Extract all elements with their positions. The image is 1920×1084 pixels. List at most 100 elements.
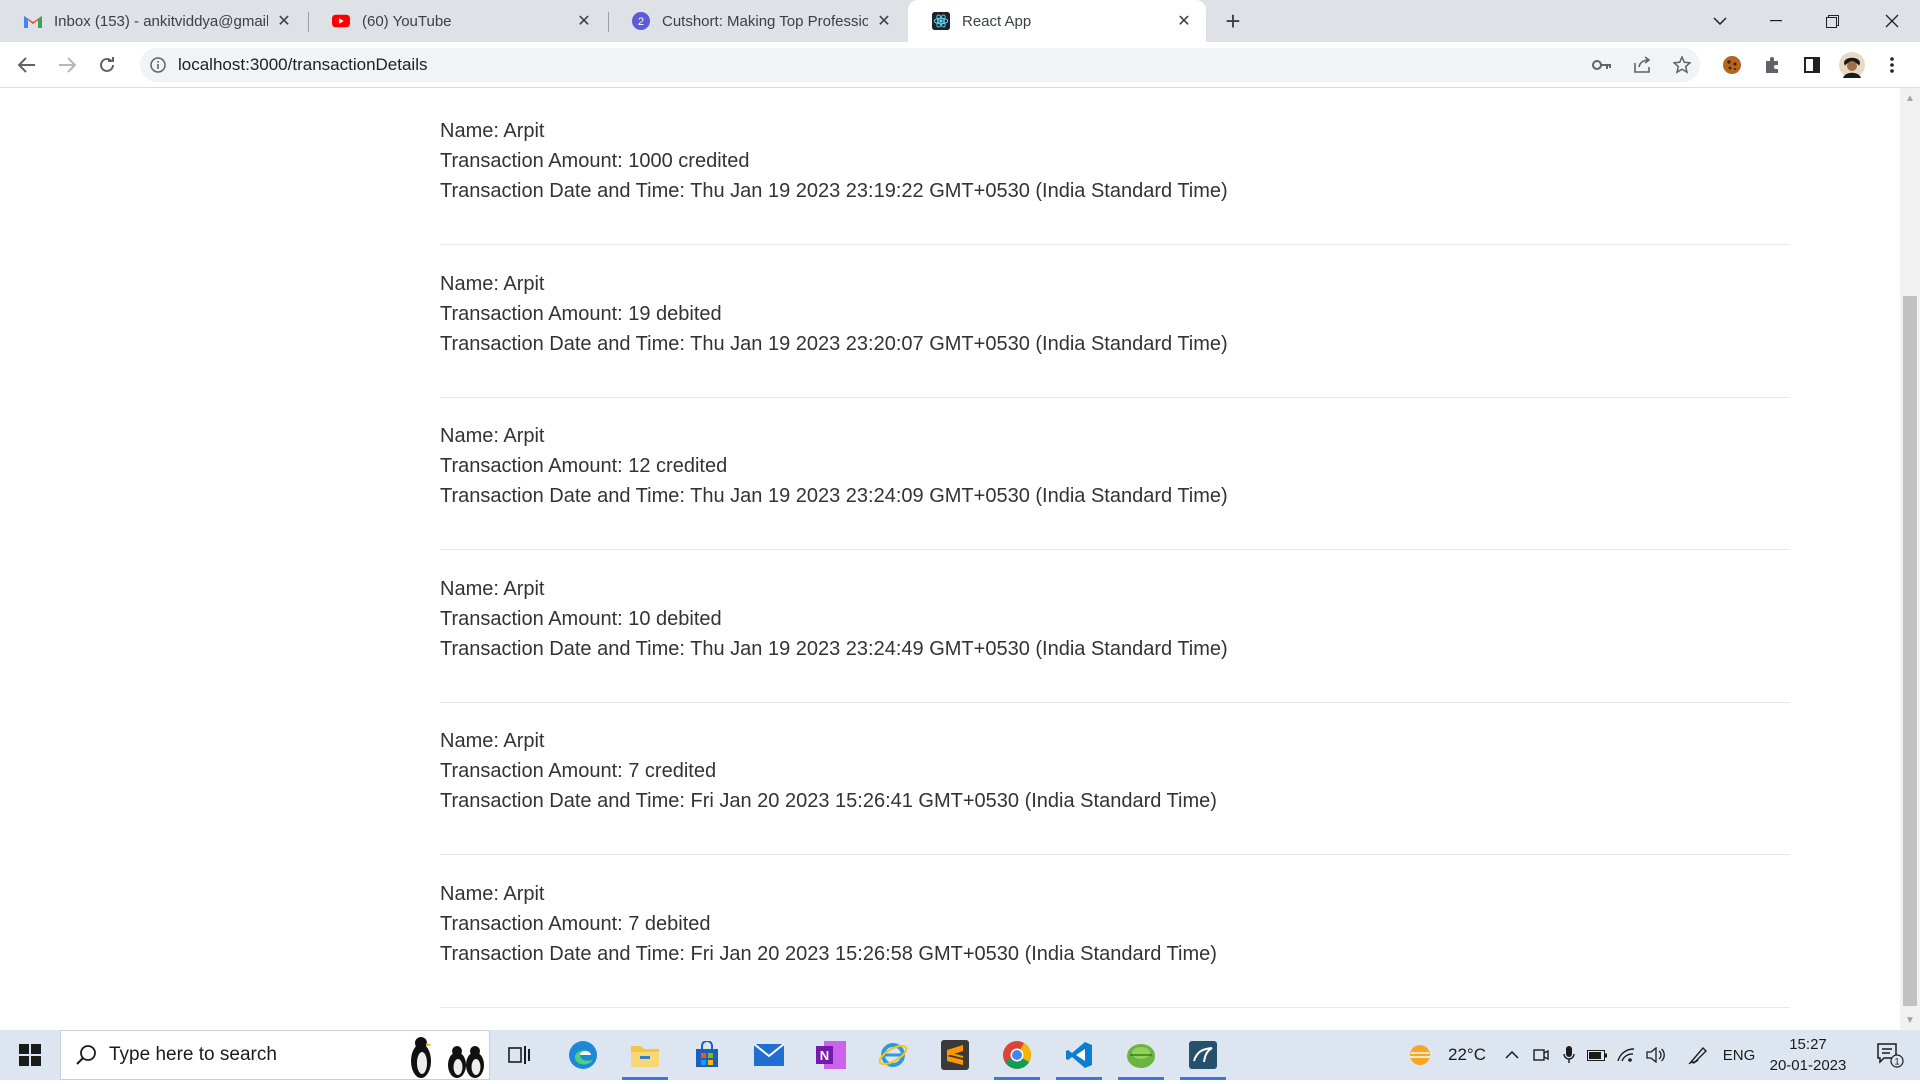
close-window-button[interactable] xyxy=(1864,0,1920,42)
notification-center-icon[interactable]: 1 xyxy=(1866,1030,1914,1080)
file-explorer-icon[interactable] xyxy=(616,1030,674,1080)
taskbar-clock[interactable]: 15:27 20-01-2023 xyxy=(1760,1034,1856,1076)
restore-button[interactable] xyxy=(1804,0,1860,42)
tab-search-chevron-icon[interactable] xyxy=(1692,0,1748,42)
password-key-icon[interactable] xyxy=(1588,51,1616,79)
notification-count: 1 xyxy=(1894,1057,1899,1067)
tab-cutshort[interactable]: 2 Cutshort: Making Top Professionals ✕ xyxy=(608,0,906,42)
close-tab-icon[interactable]: ✕ xyxy=(874,11,894,31)
transaction-name: Name: Arpit xyxy=(440,883,545,905)
windows-logo-icon xyxy=(19,1044,41,1066)
scroll-up-arrow-icon[interactable]: ▲ xyxy=(1900,90,1920,106)
transaction-name: Name: Arpit xyxy=(440,578,545,600)
cutshort-badge: 2 xyxy=(638,16,644,28)
page-scrollbar[interactable]: ▲ ▼ xyxy=(1900,88,1920,1030)
pen-ink-icon[interactable] xyxy=(1684,1030,1712,1080)
transaction-amount: Transaction Amount: 7 debited xyxy=(440,913,711,935)
tray-chevron-up-icon[interactable] xyxy=(1498,1030,1526,1080)
start-button[interactable] xyxy=(0,1030,60,1080)
taskbar-search-box[interactable]: Type here to search xyxy=(60,1030,490,1080)
edge-icon[interactable] xyxy=(554,1030,612,1080)
internet-explorer-icon[interactable] xyxy=(864,1030,922,1080)
volume-icon[interactable] xyxy=(1642,1030,1670,1080)
cookie-extension-icon[interactable] xyxy=(1718,51,1746,79)
youtube-icon xyxy=(332,12,350,30)
tab-youtube[interactable]: (60) YouTube ✕ xyxy=(308,0,606,42)
transaction-amount: Transaction Amount: 19 debited xyxy=(440,303,722,325)
close-tab-icon[interactable]: ✕ xyxy=(1174,11,1194,31)
cutshort-icon: 2 xyxy=(632,12,650,30)
clock-time: 15:27 xyxy=(1789,1036,1827,1053)
browser-toolbar: localhost:3000/transactionDetails xyxy=(0,42,1920,88)
transaction-name: Name: Arpit xyxy=(440,273,545,295)
clock-date: 20-01-2023 xyxy=(1769,1057,1847,1074)
mail-icon[interactable] xyxy=(740,1030,798,1080)
transaction-item: Name: Arpit Transaction Amount: 7 debite… xyxy=(440,879,1790,1008)
close-tab-icon[interactable]: ✕ xyxy=(574,11,594,31)
transaction-item: Name: Arpit Transaction Amount: 1000 cre… xyxy=(440,116,1790,245)
extensions-puzzle-icon[interactable] xyxy=(1758,51,1786,79)
profile-avatar[interactable] xyxy=(1838,51,1866,79)
vscode-icon[interactable] xyxy=(1050,1030,1108,1080)
meet-now-icon[interactable] xyxy=(1528,1030,1554,1080)
transaction-item: Name: Arpit Transaction Amount: 10 debit… xyxy=(440,574,1790,703)
chrome-icon[interactable] xyxy=(988,1030,1046,1080)
wifi-icon[interactable] xyxy=(1612,1030,1640,1080)
side-panel-icon[interactable] xyxy=(1798,51,1826,79)
transaction-name: Name: Arpit xyxy=(440,120,545,142)
tab-title: React App xyxy=(962,12,1032,30)
transaction-amount: Transaction Amount: 7 credited xyxy=(440,760,717,782)
microphone-icon[interactable] xyxy=(1556,1030,1582,1080)
onenote-icon[interactable]: N xyxy=(802,1030,860,1080)
weather-sun-icon[interactable] xyxy=(1400,1030,1440,1080)
transaction-amount: Transaction Amount: 1000 credited xyxy=(440,150,750,172)
task-view-icon[interactable] xyxy=(490,1030,548,1080)
tab-title: Inbox (153) - ankitviddya@gmail.com xyxy=(54,12,268,30)
transaction-datetime: Transaction Date and Time: Fri Jan 20 20… xyxy=(440,790,1217,812)
url-text: localhost:3000/transactionDetails xyxy=(178,55,428,74)
battery-icon[interactable] xyxy=(1584,1030,1610,1080)
transaction-item: Name: Arpit Transaction Amount: 19 debit… xyxy=(440,269,1790,398)
penguins-search-highlight-icon xyxy=(401,1033,491,1084)
sublime-text-icon[interactable] xyxy=(926,1030,984,1080)
transaction-item: Name: Arpit Transaction Amount: 12 credi… xyxy=(440,421,1790,550)
page-content: Name: Arpit Transaction Amount: 1000 cre… xyxy=(0,88,1900,1030)
scroll-down-arrow-icon[interactable]: ▼ xyxy=(1900,1012,1920,1028)
close-tab-icon[interactable]: ✕ xyxy=(274,11,294,31)
reload-button[interactable] xyxy=(92,50,122,80)
new-tab-button[interactable]: + xyxy=(1218,6,1248,36)
language-indicator[interactable]: ENG xyxy=(1718,1030,1760,1080)
minimize-button[interactable] xyxy=(1748,0,1804,42)
forward-button[interactable] xyxy=(52,50,82,80)
back-button[interactable] xyxy=(12,50,42,80)
spring-tools-icon[interactable] xyxy=(1112,1030,1170,1080)
transaction-amount: Transaction Amount: 10 debited xyxy=(440,608,722,630)
browser-tab-strip: Inbox (153) - ankitviddya@gmail.com ✕ (6… xyxy=(0,0,1920,42)
svg-text:N: N xyxy=(820,1048,829,1063)
share-icon[interactable] xyxy=(1628,51,1656,79)
search-placeholder: Type here to search xyxy=(109,1044,277,1065)
transaction-datetime: Transaction Date and Time: Thu Jan 19 20… xyxy=(440,638,1228,660)
transaction-name: Name: Arpit xyxy=(440,730,545,752)
address-bar[interactable]: localhost:3000/transactionDetails xyxy=(140,48,1700,82)
transaction-item: Name: Arpit Transaction Amount: 7 credit… xyxy=(440,726,1790,855)
site-info-icon[interactable] xyxy=(148,55,168,75)
tab-title: Cutshort: Making Top Professionals xyxy=(662,12,868,30)
weather-temperature[interactable]: 22°C xyxy=(1442,1030,1492,1080)
search-icon xyxy=(75,1044,97,1066)
tab-gmail[interactable]: Inbox (153) - ankitviddya@gmail.com ✕ xyxy=(0,0,306,42)
tab-react-app[interactable]: React App ✕ xyxy=(908,0,1206,42)
bookmark-star-icon[interactable] xyxy=(1668,51,1696,79)
react-icon xyxy=(932,12,950,30)
windows-taskbar: Type here to search N 22°C ENG 15:27 20-… xyxy=(0,1030,1920,1080)
transaction-datetime: Transaction Date and Time: Thu Jan 19 20… xyxy=(440,333,1228,355)
tab-title: (60) YouTube xyxy=(362,12,452,30)
transaction-datetime: Transaction Date and Time: Fri Jan 20 20… xyxy=(440,943,1217,965)
browser-menu-icon[interactable] xyxy=(1878,51,1906,79)
transaction-datetime: Transaction Date and Time: Thu Jan 19 20… xyxy=(440,485,1228,507)
store-icon[interactable] xyxy=(678,1030,736,1080)
transaction-name: Name: Arpit xyxy=(440,425,545,447)
scrollbar-thumb[interactable] xyxy=(1903,296,1917,1006)
mysql-workbench-icon[interactable] xyxy=(1174,1030,1232,1080)
transaction-datetime: Transaction Date and Time: Thu Jan 19 20… xyxy=(440,180,1228,202)
